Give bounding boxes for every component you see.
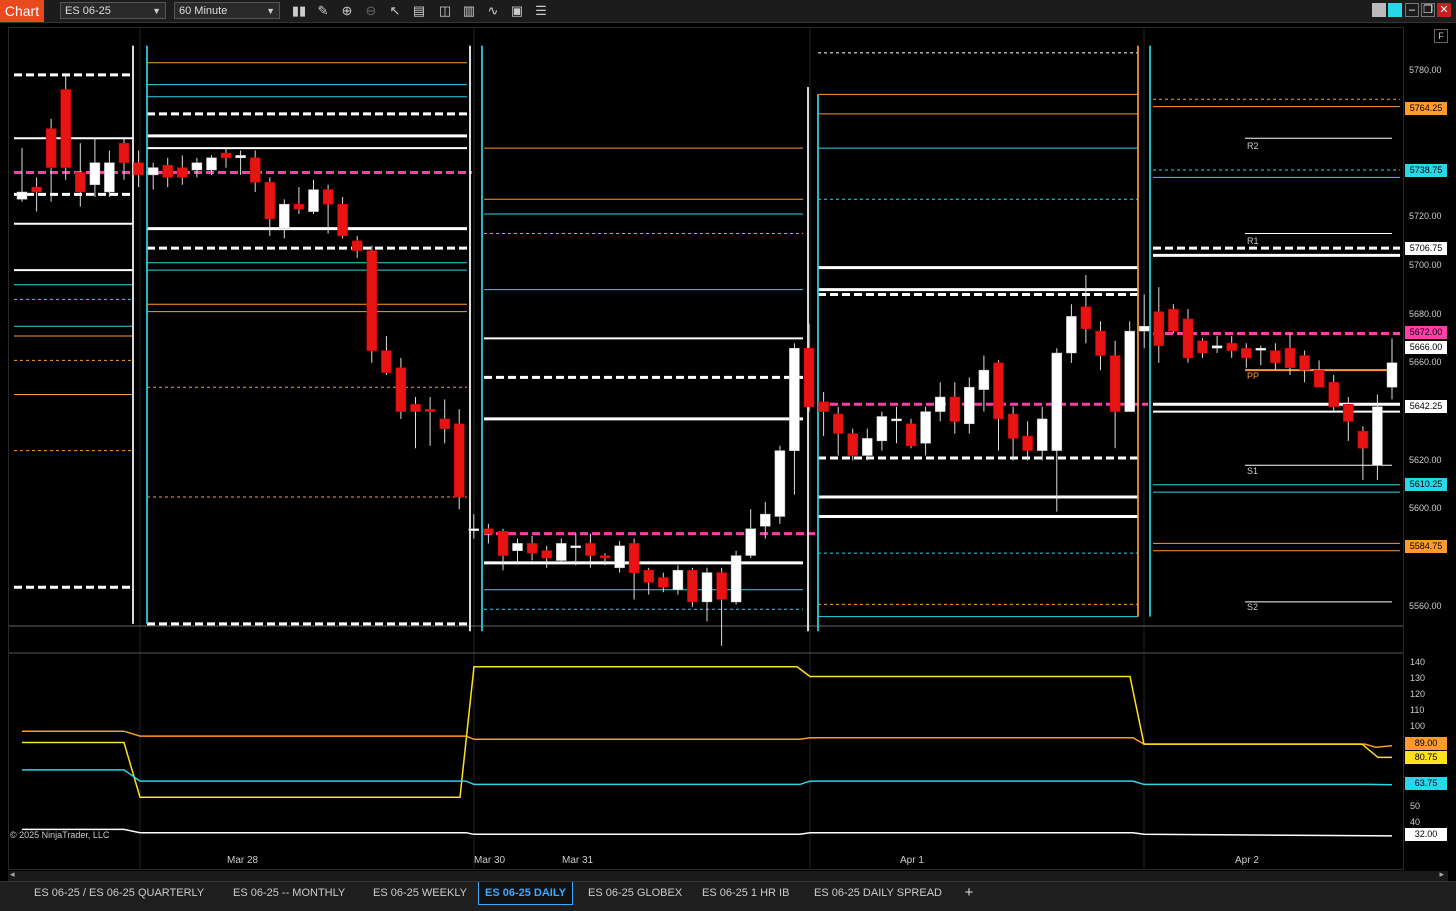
indicator-tag-cyan: 63.75 <box>1405 777 1447 790</box>
pivot-label-r1: R1 <box>1247 236 1259 246</box>
price-tag-magenta: 5672.00 <box>1405 326 1447 339</box>
scroll-right-icon[interactable]: ▸ <box>1439 869 1444 880</box>
last-price-tag: 5666.00 <box>1405 341 1447 354</box>
time-label: Apr 2 <box>1235 855 1259 866</box>
price-tick: 5680.00 <box>1409 309 1442 319</box>
tab-daily[interactable]: ES 06-25 DAILY <box>478 882 573 905</box>
tab-weekly[interactable]: ES 06-25 WEEKLY <box>367 882 473 904</box>
price-tag-orange: 5584.75 <box>1405 540 1447 553</box>
horizontal-scrollbar[interactable]: ◂ ▸ <box>8 869 1448 881</box>
price-tick: 5720.00 <box>1409 211 1442 221</box>
tab-globex[interactable]: ES 06-25 GLOBEX <box>582 882 688 904</box>
price-tag-cyan: 5738.75 <box>1405 164 1447 177</box>
tab-1-hr-ib[interactable]: ES 06-25 1 HR IB <box>696 882 795 904</box>
price-tick: 5700.00 <box>1409 260 1442 270</box>
indicator-tick: 110 <box>1410 705 1425 715</box>
add-tab-button[interactable]: + <box>960 882 978 904</box>
price-tick: 5660.00 <box>1409 357 1442 367</box>
time-label: Mar 31 <box>562 855 594 866</box>
indicator-tick: 100 <box>1410 721 1426 731</box>
price-tag-white: 5706.75 <box>1405 242 1447 255</box>
price-panel-frame <box>8 27 1404 870</box>
indicator-tag-yellow: 80.75 <box>1405 751 1447 764</box>
price-tick: 5780.00 <box>1409 65 1442 75</box>
price-tick: 5620.00 <box>1409 455 1442 465</box>
indicator-tick: 130 <box>1410 673 1426 683</box>
pivot-label-r2: R2 <box>1247 141 1259 151</box>
pivot-label-pp: PP <box>1247 371 1260 381</box>
indicator-tag-white: 32.00 <box>1405 828 1447 841</box>
price-tag-white: 5642.25 <box>1405 400 1447 413</box>
indicator-tick: 120 <box>1410 689 1426 699</box>
price-tag-cyan: 5610.25 <box>1405 478 1447 491</box>
time-label: Apr 1 <box>900 855 924 866</box>
indicator-tick: 40 <box>1410 817 1421 827</box>
pivot-label-s1: S1 <box>1247 466 1259 476</box>
price-tag-orange: 5764.25 <box>1405 102 1447 115</box>
indicator-tick: 50 <box>1410 801 1421 811</box>
time-label: Mar 30 <box>474 855 506 866</box>
scroll-left-icon[interactable]: ◂ <box>10 869 15 880</box>
indicator-tag-orange: 89.00 <box>1405 737 1447 750</box>
pivot-label-s2: S2 <box>1247 602 1259 612</box>
price-tick: 5600.00 <box>1409 503 1442 513</box>
tab-quarterly[interactable]: ES 06-25 / ES 06-25 QUARTERLY <box>28 882 210 904</box>
time-label: Mar 28 <box>227 855 259 866</box>
copyright-text: © 2025 NinjaTrader, LLC <box>10 830 110 840</box>
panel-toggle-button[interactable]: F <box>1434 29 1448 43</box>
indicator-tick: 140 <box>1410 657 1426 667</box>
price-tick: 5560.00 <box>1409 601 1442 611</box>
tab-monthly[interactable]: ES 06-25 -- MONTHLY <box>227 882 351 904</box>
chart-tab-bar: ES 06-25 / ES 06-25 QUARTERLY ES 06-25 -… <box>0 881 1456 911</box>
tab-daily-spread[interactable]: ES 06-25 DAILY SPREAD <box>808 882 948 904</box>
